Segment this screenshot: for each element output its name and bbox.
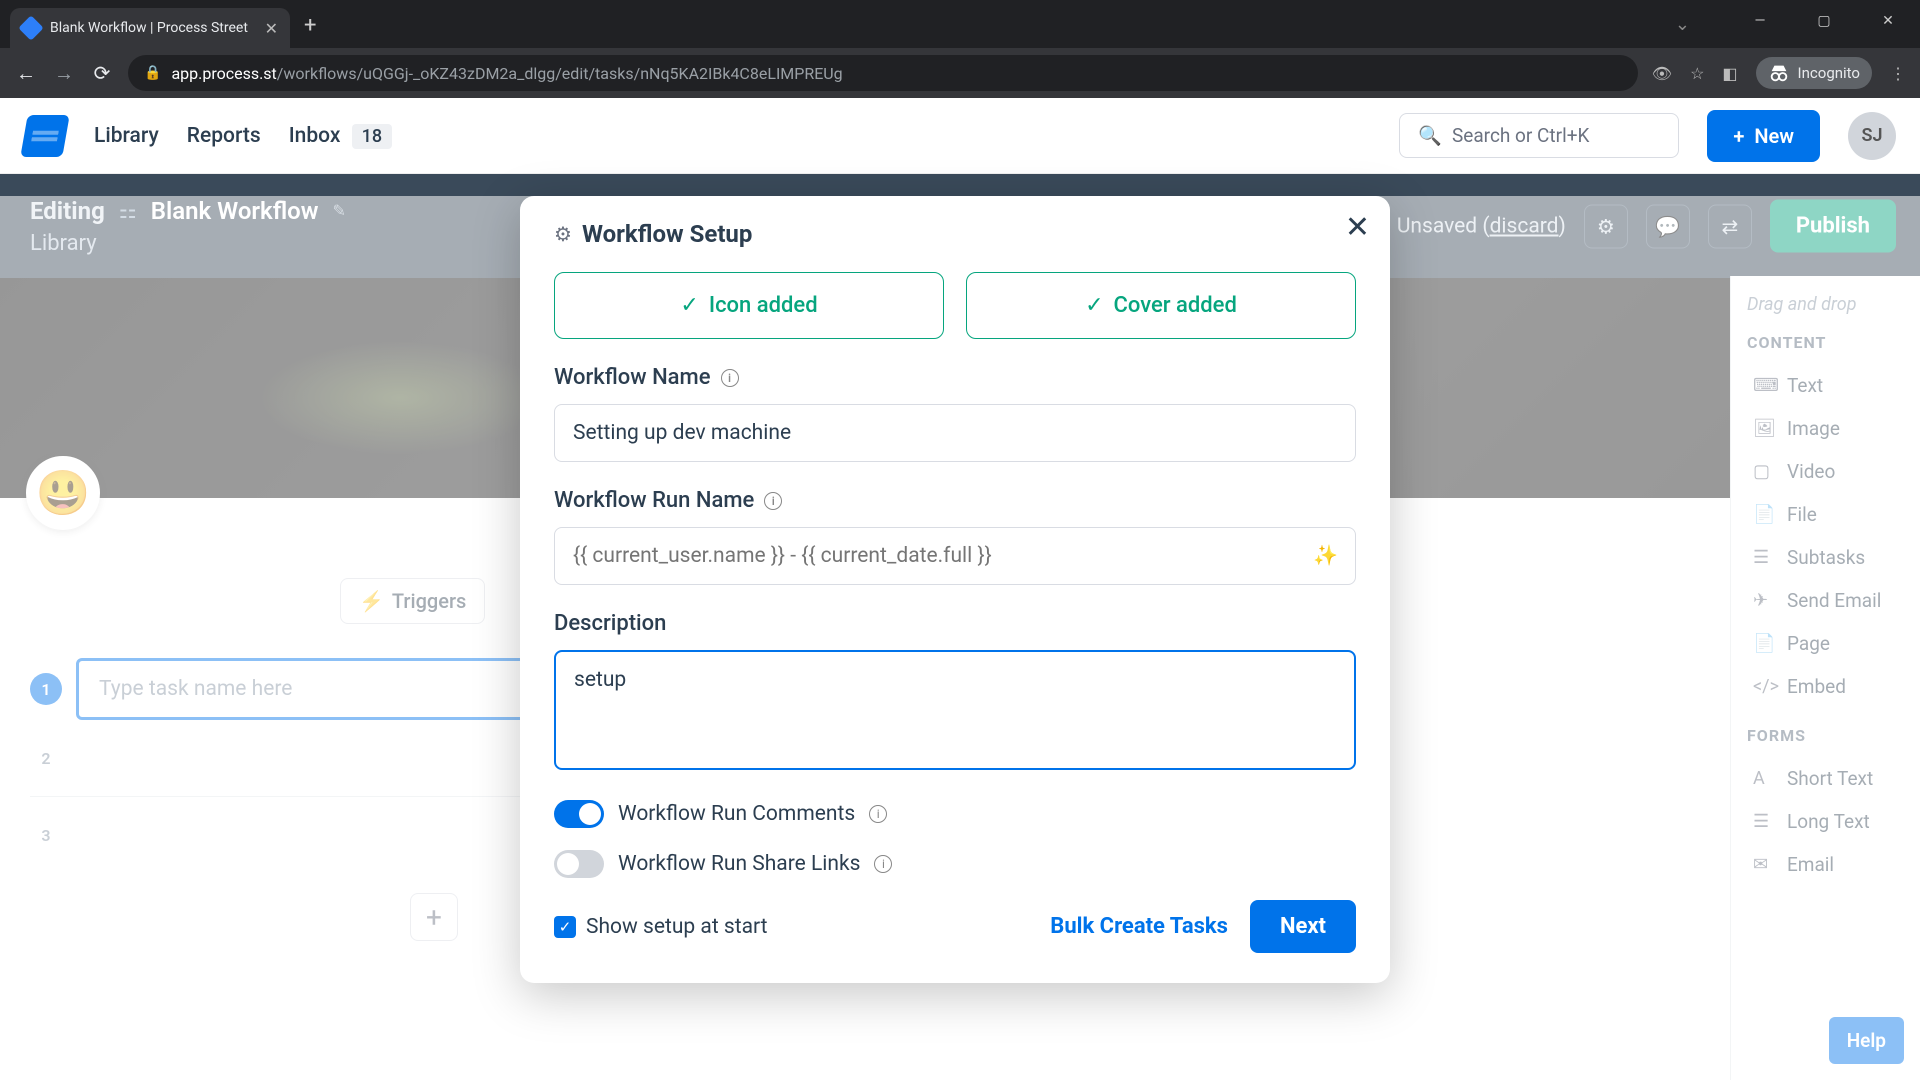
info-icon[interactable]: i: [869, 805, 887, 823]
show-setup-checkbox[interactable]: ✓: [554, 916, 576, 938]
comments-toggle[interactable]: [554, 800, 604, 828]
lock-icon: 🔒: [144, 65, 161, 81]
bulk-create-link[interactable]: Bulk Create Tasks: [1050, 914, 1228, 939]
window-maximize-icon[interactable]: ▢: [1792, 0, 1856, 42]
new-button[interactable]: + New: [1707, 110, 1820, 162]
nav-back-icon[interactable]: ←: [14, 61, 38, 86]
window-minimize-icon[interactable]: —: [1728, 0, 1792, 42]
comments-toggle-label: Workflow Run Comments: [618, 802, 855, 826]
tab-title: Blank Workflow | Process Street: [50, 20, 248, 36]
app-logo-icon[interactable]: [20, 115, 69, 157]
plus-icon: +: [1733, 124, 1744, 148]
browser-menu-icon[interactable]: ⋮: [1890, 64, 1906, 83]
info-icon[interactable]: i: [721, 369, 739, 387]
search-placeholder: Search or Ctrl+K: [1452, 124, 1589, 147]
check-icon: ✓: [680, 293, 698, 318]
info-icon[interactable]: i: [764, 492, 782, 510]
extension-icon[interactable]: ◧: [1722, 64, 1737, 83]
description-input[interactable]: [554, 650, 1356, 770]
magic-wand-icon[interactable]: ✨: [1313, 543, 1338, 567]
tab-search-icon[interactable]: ⌄: [1675, 14, 1690, 35]
next-button[interactable]: Next: [1250, 900, 1356, 953]
icon-added-chip[interactable]: ✓Icon added: [554, 272, 944, 339]
search-icon: 🔍: [1418, 124, 1442, 147]
user-avatar[interactable]: SJ: [1848, 112, 1896, 160]
nav-forward-icon: →: [52, 61, 76, 86]
window-close-icon[interactable]: ✕: [1856, 0, 1920, 42]
modal-title: Workflow Setup: [582, 220, 752, 248]
gear-icon: ⚙: [554, 222, 572, 246]
url-domain: app.process.st: [171, 64, 276, 83]
description-label: Description: [554, 611, 1356, 636]
info-icon[interactable]: i: [874, 855, 892, 873]
bookmark-star-icon[interactable]: ☆: [1690, 64, 1704, 83]
tab-close-icon[interactable]: ✕: [265, 19, 278, 38]
inbox-count-badge: 18: [352, 124, 392, 149]
run-name-input[interactable]: [554, 527, 1356, 585]
browser-tab[interactable]: Blank Workflow | Process Street ✕: [10, 8, 290, 48]
workflow-name-label: Workflow Name i: [554, 365, 1356, 390]
global-search-input[interactable]: 🔍 Search or Ctrl+K: [1399, 113, 1679, 158]
modal-close-button[interactable]: ✕: [1345, 210, 1370, 245]
url-path: /workflows/uQGGj-_oKZ43zDM2a_dlgg/edit/t…: [277, 64, 843, 83]
run-name-label: Workflow Run Name i: [554, 488, 1356, 513]
sharelinks-toggle-label: Workflow Run Share Links: [618, 852, 860, 876]
tab-favicon-icon: [18, 15, 43, 40]
nav-reload-icon[interactable]: ⟳: [90, 61, 114, 85]
check-icon: ✓: [1085, 293, 1103, 318]
nav-inbox[interactable]: Inbox 18: [289, 124, 392, 148]
incognito-badge[interactable]: Incognito: [1756, 57, 1872, 89]
cover-added-chip[interactable]: ✓Cover added: [966, 272, 1356, 339]
show-setup-label: Show setup at start: [586, 915, 768, 939]
nav-reports[interactable]: Reports: [187, 124, 261, 148]
new-tab-button[interactable]: +: [304, 13, 316, 38]
nav-library[interactable]: Library: [94, 124, 159, 148]
incognito-icon: [1768, 62, 1790, 84]
address-bar[interactable]: 🔒 app.process.st/workflows/uQGGj-_oKZ43z…: [128, 55, 1638, 91]
workflow-setup-modal: ⚙ Workflow Setup ✕ ✓Icon added ✓Cover ad…: [520, 196, 1390, 983]
workflow-name-input[interactable]: [554, 404, 1356, 462]
sharelinks-toggle[interactable]: [554, 850, 604, 878]
eye-off-icon[interactable]: 👁: [1652, 64, 1672, 83]
